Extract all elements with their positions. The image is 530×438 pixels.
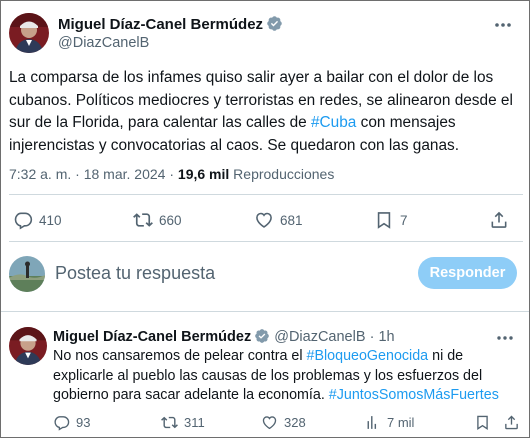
share-button[interactable] [503,413,526,431]
tweet-date[interactable]: 18 mar. 2024 [84,166,166,182]
repost-button[interactable]: 311 [161,413,205,431]
bookmark-button[interactable] [474,413,497,431]
more-options-icon[interactable] [493,17,513,33]
bookmark-icon [377,212,391,229]
reply-tweet-actions-bar: 93 311 328 7 mil [1,413,529,433]
meta-separator: · [369,329,375,345]
author-name-text: Miguel Díaz-Canel Bermúdez [58,16,264,33]
share-icon [491,211,507,228]
verified-badge-icon [267,16,282,31]
reply-count: 93 [76,414,91,430]
repost-icon [133,213,153,227]
views-label: Reproducciones [233,166,335,182]
heart-icon [262,415,277,429]
tweet-metadata: 7:32 a. m. · 18 mar. 2024 · 19,6 mil Rep… [9,166,334,182]
reply-input[interactable]: Postea tu respuesta [55,263,215,284]
reply-icon [54,415,70,431]
meta-separator: · [75,166,80,182]
reply-author-avatar[interactable] [9,327,47,365]
reply-button[interactable]: 93 [53,413,90,431]
tweet-text: La comparsa de los infames quiso salir a… [9,67,524,157]
share-button[interactable] [489,209,515,231]
current-user-avatar[interactable] [9,256,45,292]
reply-author-handle[interactable]: @DiazCanelB [274,329,365,345]
divider [9,194,523,195]
like-button[interactable]: 328 [261,413,306,431]
repost-count: 660 [159,212,182,228]
repost-icon [161,416,178,428]
bookmark-button[interactable]: 7 [374,209,408,231]
heart-icon [256,212,272,228]
like-count: 328 [284,414,306,430]
verified-badge-icon [255,329,270,343]
views-count: 7 mil [387,414,415,430]
views-chart-icon [367,415,377,429]
divider [9,241,523,242]
reply-more-options-icon[interactable] [495,331,515,345]
hashtag-link[interactable]: #BloqueoGenocida [307,348,429,364]
reply-tweet-header: Miguel Díaz-Canel Bermúdez @DiazCanelB ·… [53,328,395,345]
hashtag-link[interactable]: #Cuba [311,114,356,131]
bookmark-count: 7 [400,212,408,228]
meta-separator: · [169,166,175,182]
divider [1,311,529,312]
reply-count: 410 [39,212,62,228]
author-name[interactable]: Miguel Díaz-Canel Bermúdez [58,15,283,33]
bookmark-icon [477,415,488,430]
tweet-actions-bar: 410 660 681 7 [1,209,529,231]
hashtag-link[interactable]: #JuntosSomosMásFuertes [329,387,499,403]
author-handle[interactable]: @DiazCanelB [58,35,149,51]
share-icon [505,415,518,429]
tweet-time[interactable]: 7:32 a. m. [9,166,71,182]
like-button[interactable]: 681 [254,209,303,231]
reply-icon [14,212,33,230]
reply-tweet-text: No nos cansaremos de pelear contra el #B… [53,347,523,406]
reply-button[interactable]: 410 [13,209,62,231]
repost-count: 311 [184,414,205,430]
repost-button[interactable]: 660 [133,209,182,231]
reply-author-name[interactable]: Miguel Díaz-Canel Bermúdez [53,329,251,345]
views-button[interactable]: 7 mil [364,413,414,431]
views-count: 19,6 mil [177,166,230,182]
tweet-text-part: No nos cansaremos de pelear contra el [53,348,307,364]
reply-submit-button[interactable]: Responder [418,257,517,289]
author-avatar[interactable] [9,13,49,53]
like-count: 681 [280,212,303,228]
reply-time[interactable]: 1h [378,329,394,345]
tweet-thread-view: Miguel Díaz-Canel Bermúdez @DiazCanelB L… [0,0,530,438]
